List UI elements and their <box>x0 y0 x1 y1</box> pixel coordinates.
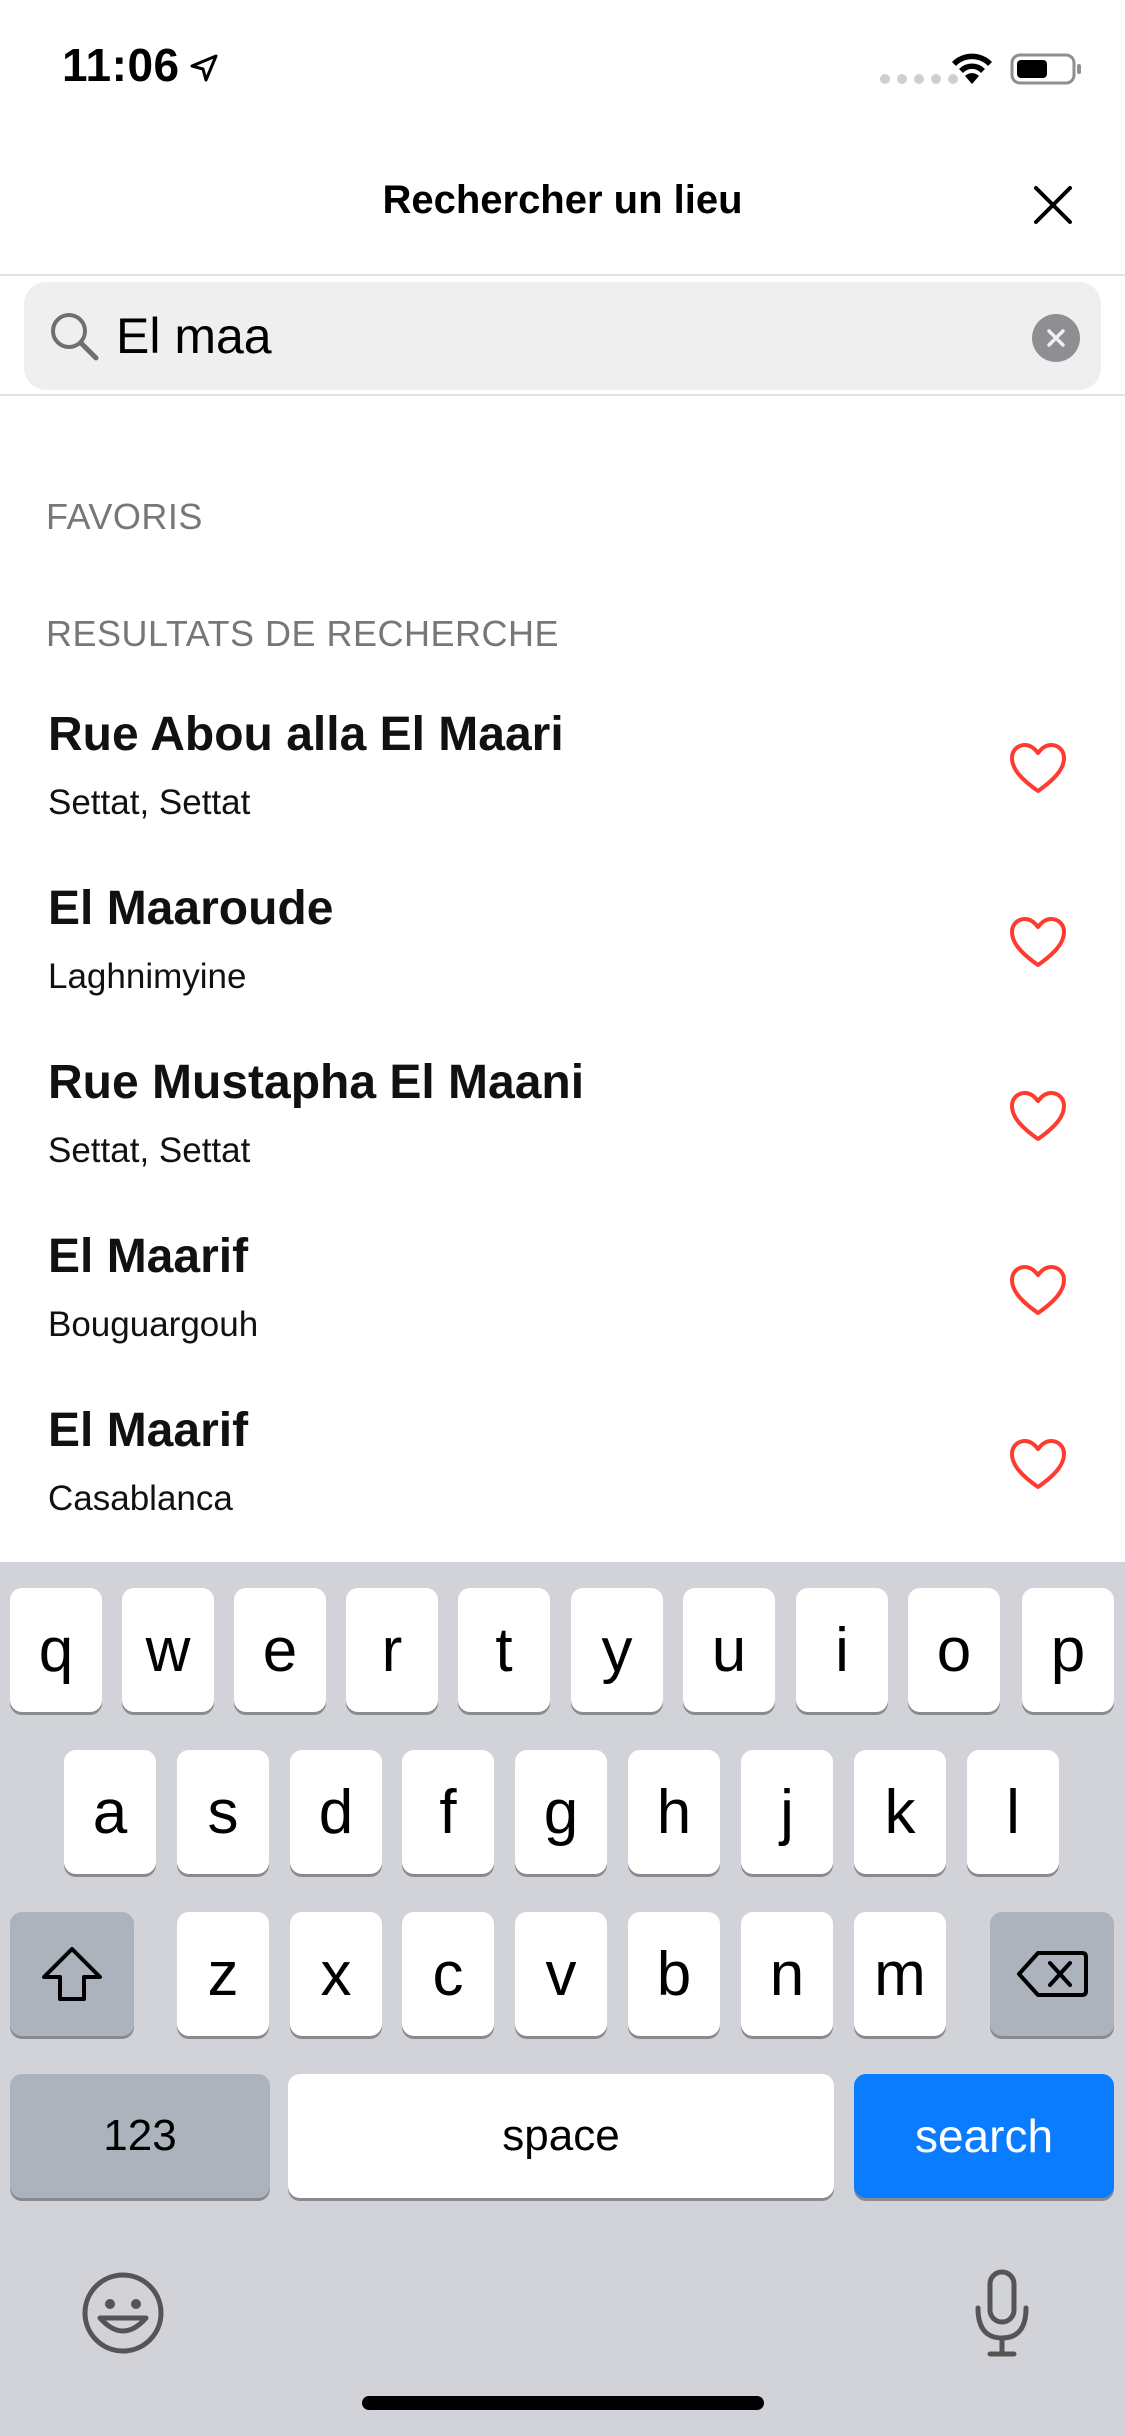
result-name: El Maarif <box>48 1404 249 1457</box>
list-item[interactable]: Rue Mustapha El Maani Settat, Settat <box>0 1033 1125 1207</box>
heart-icon[interactable] <box>1008 1263 1068 1319</box>
key-g[interactable]: g <box>515 1750 607 1874</box>
clear-icon[interactable] <box>1032 314 1080 362</box>
numbers-key[interactable]: 123 <box>10 2074 270 2198</box>
key-i[interactable]: i <box>796 1588 888 1712</box>
key-j[interactable]: j <box>741 1750 833 1874</box>
shift-icon <box>42 1947 102 2001</box>
nav-header: Rechercher un lieu <box>0 132 1125 276</box>
result-subtitle: Settat, Settat <box>48 783 251 822</box>
result-subtitle: Laghnimyine <box>48 957 247 996</box>
results-section-title: RESULTATS DE RECHERCHE <box>46 613 560 654</box>
list-item[interactable]: El Maarif Casablanca <box>0 1381 1125 1555</box>
heart-icon[interactable] <box>1008 1089 1068 1145</box>
key-v[interactable]: v <box>515 1912 607 2036</box>
search-bar <box>0 278 1125 396</box>
result-name: El Maaroude <box>48 882 334 935</box>
result-name: El Maarif <box>48 1230 249 1283</box>
key-k[interactable]: k <box>854 1750 946 1874</box>
microphone-icon[interactable] <box>970 2268 1034 2360</box>
battery-icon <box>1010 53 1081 85</box>
key-x[interactable]: x <box>290 1912 382 2036</box>
key-o[interactable]: o <box>908 1588 1000 1712</box>
result-subtitle: Casablanca <box>48 1479 233 1518</box>
result-name: Rue Mustapha El Maani <box>48 1056 585 1109</box>
search-field[interactable] <box>24 282 1101 390</box>
heart-icon[interactable] <box>1008 1437 1068 1493</box>
location-arrow-icon <box>190 54 218 82</box>
list-item[interactable]: El Maarif Bouguargouh <box>0 1207 1125 1381</box>
results-list: Rue Abou alla El Maari Settat, Settat El… <box>0 685 1125 1555</box>
key-w[interactable]: w <box>122 1588 214 1712</box>
key-n[interactable]: n <box>741 1912 833 2036</box>
key-z[interactable]: z <box>177 1912 269 2036</box>
page-title: Rechercher un lieu <box>382 178 743 222</box>
list-item[interactable]: Rue Abou alla El Maari Settat, Settat <box>0 685 1125 859</box>
key-f[interactable]: f <box>402 1750 494 1874</box>
wifi-icon <box>952 53 992 84</box>
cellular-signal-icon <box>880 74 958 84</box>
favorites-section-title: FAVORIS <box>46 496 203 537</box>
key-l[interactable]: l <box>967 1750 1059 1874</box>
key-t[interactable]: t <box>458 1588 550 1712</box>
result-subtitle: Bouguargouh <box>48 1305 259 1344</box>
key-u[interactable]: u <box>683 1588 775 1712</box>
key-c[interactable]: c <box>402 1912 494 2036</box>
key-m[interactable]: m <box>854 1912 946 2036</box>
key-h[interactable]: h <box>628 1750 720 1874</box>
key-y[interactable]: y <box>571 1588 663 1712</box>
emoji-icon[interactable] <box>80 2270 166 2356</box>
key-a[interactable]: a <box>64 1750 156 1874</box>
list-item[interactable]: El Maaroude Laghnimyine <box>0 859 1125 1033</box>
search-key[interactable]: search <box>854 2074 1114 2198</box>
key-q[interactable]: q <box>10 1588 102 1712</box>
delete-key[interactable] <box>990 1912 1114 2036</box>
heart-icon[interactable] <box>1008 741 1068 797</box>
key-b[interactable]: b <box>628 1912 720 2036</box>
close-icon[interactable] <box>1030 182 1076 228</box>
result-subtitle: Settat, Settat <box>48 1131 251 1170</box>
key-p[interactable]: p <box>1022 1588 1114 1712</box>
status-time: 11:06 <box>62 39 180 91</box>
backspace-icon <box>1017 1951 1088 1997</box>
key-d[interactable]: d <box>290 1750 382 1874</box>
shift-key[interactable] <box>10 1912 134 2036</box>
key-s[interactable]: s <box>177 1750 269 1874</box>
status-bar: 11:06 <box>0 0 1125 132</box>
result-name: Rue Abou alla El Maari <box>48 708 564 761</box>
key-e[interactable]: e <box>234 1588 326 1712</box>
heart-icon[interactable] <box>1008 915 1068 971</box>
space-key[interactable]: space <box>288 2074 834 2198</box>
search-input[interactable] <box>116 300 1016 372</box>
search-icon <box>51 313 99 361</box>
home-indicator <box>362 2396 764 2410</box>
key-r[interactable]: r <box>346 1588 438 1712</box>
